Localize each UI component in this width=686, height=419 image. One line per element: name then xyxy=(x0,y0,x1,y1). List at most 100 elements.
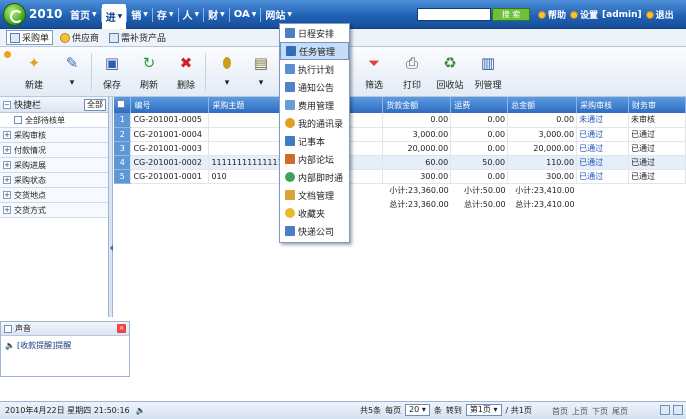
prev-page-link[interactable]: 上页 xyxy=(572,406,588,417)
notepad-icon xyxy=(285,136,295,146)
last-page-link[interactable]: 尾页 xyxy=(612,406,628,417)
sound-message[interactable]: 🔈 [收款提醒]提醒 xyxy=(1,336,129,355)
total-records: 共5条 xyxy=(360,405,382,415)
select-all-header[interactable] xyxy=(114,97,132,113)
menu-item-schedule[interactable]: 日程安排 xyxy=(280,24,349,42)
quick-item-delivery-method[interactable]: + 交货方式 xyxy=(0,203,109,218)
nav-sales[interactable]: 销 ▼ xyxy=(127,0,152,29)
search-button[interactable]: 搜 索 xyxy=(492,8,530,21)
menu-item-execution-plan[interactable]: 执行计划 xyxy=(280,60,349,78)
menu-item-label: 收藏夹 xyxy=(298,209,326,220)
logout-icon xyxy=(645,10,654,19)
column-header[interactable]: 总金额 xyxy=(507,97,578,113)
quick-item-payment[interactable]: + 付款情况 xyxy=(0,143,109,158)
quick-item-purchase-audit[interactable]: + 采购审核 xyxy=(0,128,109,143)
per-page-select[interactable]: 20 ▾ xyxy=(405,404,430,416)
tab-restock-products[interactable]: 需补货产品 xyxy=(106,30,169,45)
new-button[interactable]: ✦ 新建 xyxy=(14,52,54,91)
nav-stock-label: 存 xyxy=(156,11,167,22)
menu-item-task-management[interactable]: 任务管理 xyxy=(280,42,349,60)
nav-stock[interactable]: 存 ▼ xyxy=(153,0,178,29)
quick-item-progress[interactable]: + 采购进展 xyxy=(0,158,109,173)
collapse-icon[interactable]: − xyxy=(3,100,11,109)
user-link[interactable]: [admin] xyxy=(602,10,642,20)
next-page-link[interactable]: 下页 xyxy=(592,406,608,417)
menu-item-notepad[interactable]: 记事本 xyxy=(280,132,349,150)
column-header[interactable]: 财务审 xyxy=(628,97,686,113)
menu-item-forum[interactable]: 内部论坛 xyxy=(280,150,349,168)
window-icon[interactable] xyxy=(673,405,683,415)
search-input[interactable] xyxy=(417,8,491,21)
user-label: [admin] xyxy=(602,9,642,20)
recycle-bin-button[interactable]: ♻ 回收站 xyxy=(430,52,470,91)
filter-label: 筛选 xyxy=(364,81,383,91)
edit-button[interactable]: ✎ ▾ xyxy=(52,52,92,88)
filter-button[interactable]: ⏷ 筛选 xyxy=(354,52,394,91)
help-link[interactable]: 帮助 xyxy=(538,8,566,21)
table-row[interactable]: 1 CG-201001-0005 2 0.00 0.00 0.00 未通过 未审… xyxy=(114,113,686,128)
print-button[interactable]: ⎙ 打印 xyxy=(392,52,432,91)
column-header[interactable]: 运费 xyxy=(450,97,509,113)
nav-oa[interactable]: OA ▼ xyxy=(230,0,261,29)
header-checkbox[interactable] xyxy=(117,100,125,108)
menu-item-instant-messaging[interactable]: 内部即时通 xyxy=(280,168,349,186)
total-amount: 3,000.00 xyxy=(507,127,578,142)
close-icon[interactable]: × xyxy=(117,324,126,333)
settings-link[interactable]: 设置 xyxy=(570,8,598,21)
menu-item-contacts[interactable]: 我的通讯录 xyxy=(280,114,349,132)
nav-finance[interactable]: 财 ▼ xyxy=(204,0,229,29)
table-row[interactable]: 4 CG-201001-0002 11111111111111 2 3 60.0… xyxy=(114,155,686,170)
menu-item-favorites[interactable]: 收藏夹 xyxy=(280,204,349,222)
column-header[interactable]: 编号 xyxy=(130,97,210,113)
order-code[interactable]: CG-201001-0003 xyxy=(130,141,210,156)
expand-icon[interactable]: + xyxy=(3,161,11,169)
expand-icon[interactable]: + xyxy=(3,176,11,184)
tab-label: 采购单 xyxy=(22,34,50,44)
quick-item-delivery-place[interactable]: + 交货地点 xyxy=(0,188,109,203)
save-button[interactable]: ▣ 保存 xyxy=(92,52,132,91)
logout-link[interactable]: 退出 xyxy=(645,8,674,21)
nav-hr[interactable]: 人 ▼ xyxy=(179,0,204,29)
order-code[interactable]: CG-201001-0004 xyxy=(130,127,210,142)
expand-icon[interactable]: + xyxy=(3,191,11,199)
select-all-button[interactable]: 全部 xyxy=(84,98,106,111)
speaker-icon[interactable]: 🔈 xyxy=(136,406,146,415)
order-code[interactable]: CG-201001-0001 xyxy=(130,169,210,184)
row-number: 2 xyxy=(114,127,132,142)
total-amount: 20,000.00 xyxy=(507,141,578,156)
row-number: 4 xyxy=(114,155,132,170)
forum-icon xyxy=(285,154,295,164)
nav-hr-label: 人 xyxy=(182,11,193,22)
refresh-button[interactable]: ↻ 刷新 xyxy=(129,52,169,91)
tab-purchase-order[interactable]: 采购单 xyxy=(6,30,54,45)
menu-item-documents[interactable]: 文档管理 xyxy=(280,186,349,204)
expand-icon[interactable]: + xyxy=(3,146,11,154)
expand-icon[interactable]: + xyxy=(3,206,11,214)
nav-home[interactable]: 首页 ▼ xyxy=(66,0,101,29)
layout-icon[interactable] xyxy=(660,405,670,415)
first-page-link[interactable]: 首页 xyxy=(552,406,568,417)
report-button[interactable]: ▤ ▾ xyxy=(241,52,281,88)
column-manager-button[interactable]: ▥ 列管理 xyxy=(468,52,508,91)
checkbox[interactable] xyxy=(14,116,22,124)
delete-button[interactable]: ✖ 删除 xyxy=(166,52,206,91)
order-code[interactable]: CG-201001-0002 xyxy=(130,155,210,170)
column-header[interactable]: 货款金额 xyxy=(382,97,452,113)
page-select[interactable]: 第1页 ▾ xyxy=(465,404,502,416)
quick-item-status[interactable]: + 采购状态 xyxy=(0,173,109,188)
expand-icon[interactable]: + xyxy=(3,131,11,139)
tab-supplier[interactable]: 供应商 xyxy=(57,30,102,45)
quick-item-all-pending[interactable]: 全部待核单 xyxy=(0,113,109,128)
table-row[interactable]: 3 CG-201001-0003 2 20,000.00 0.00 20,000… xyxy=(114,141,686,156)
stamp-icon: ⬮ xyxy=(222,54,232,72)
table-row[interactable]: 2 CG-201001-0004 2 3,000.00 0.00 3,000.0… xyxy=(114,127,686,142)
column-header[interactable]: 采购审核 xyxy=(576,97,630,113)
panel-splitter[interactable] xyxy=(108,97,113,317)
menu-item-express[interactable]: 快递公司 xyxy=(280,222,349,240)
sound-checkbox[interactable] xyxy=(4,324,12,333)
nav-purchase[interactable]: 进 ▼ xyxy=(101,4,127,29)
table-row[interactable]: 5 CG-201001-0001 010 2 300.00 0.00 300.0… xyxy=(114,169,686,184)
menu-item-announcement[interactable]: 通知公告 xyxy=(280,78,349,96)
menu-item-expense[interactable]: 费用管理 xyxy=(280,96,349,114)
order-code[interactable]: CG-201001-0005 xyxy=(130,113,210,128)
